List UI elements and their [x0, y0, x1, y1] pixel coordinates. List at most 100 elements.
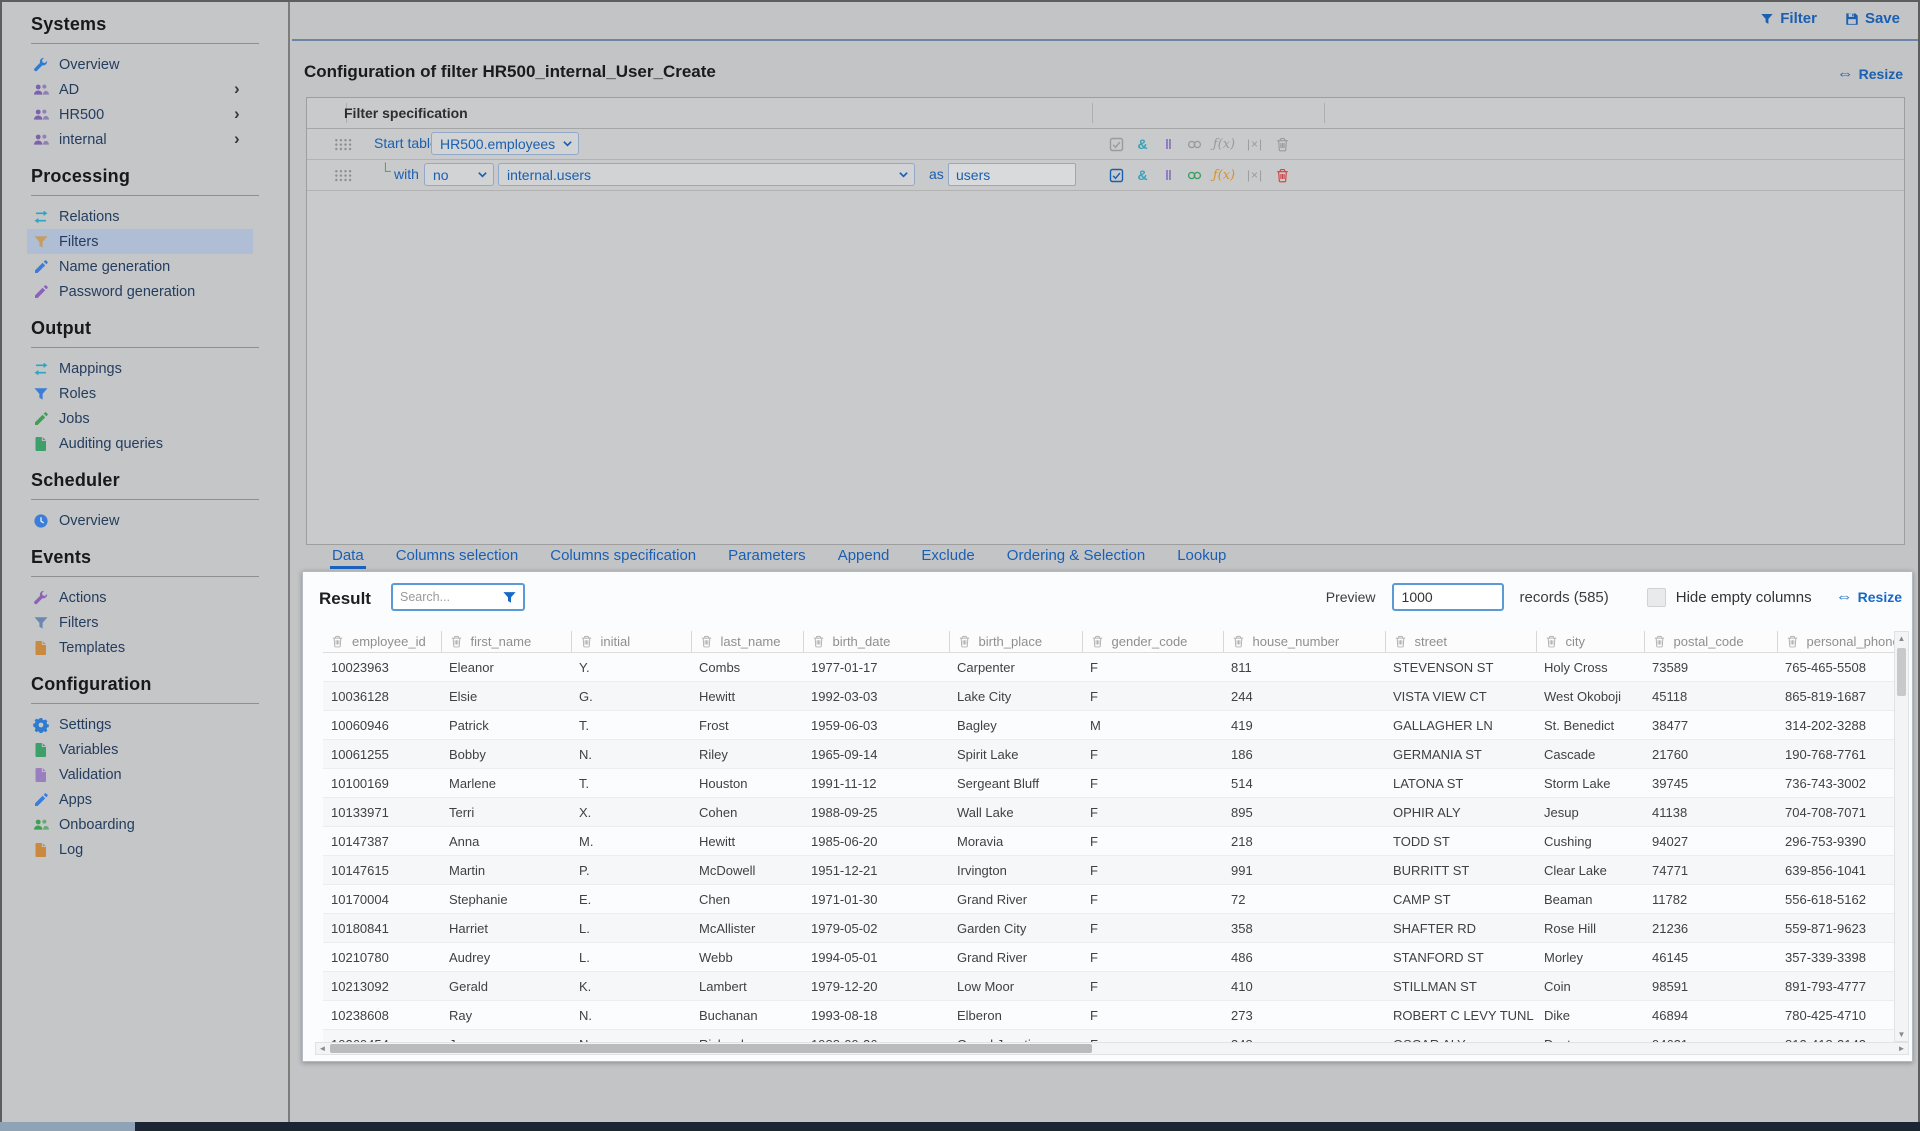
scroll-down-arrow[interactable]: ▼ — [1895, 1028, 1908, 1041]
scroll-right-arrow[interactable]: ► — [1895, 1043, 1908, 1054]
tab-exclude[interactable]: Exclude — [919, 547, 976, 569]
sidebar-item-systems-overview[interactable]: Overview — [27, 52, 253, 77]
sidebar-item-output-mappings[interactable]: Mappings — [27, 356, 253, 381]
table-row[interactable]: 10061255BobbyN.Riley1965-09-14Spirit Lak… — [323, 740, 1894, 769]
table-row[interactable]: 10023963EleanorY.Combs1977-01-17Carpente… — [323, 653, 1894, 682]
sidebar-item-systems-hr500[interactable]: HR500› — [27, 102, 253, 127]
filter-button[interactable]: Filter — [1760, 10, 1817, 27]
scroll-left-arrow[interactable]: ◄ — [316, 1043, 329, 1054]
function-icon[interactable]: ƒ(x) — [1211, 137, 1237, 152]
sidebar-item-processing-password-generation[interactable]: Password generation — [27, 279, 253, 304]
sidebar-item-processing-filters[interactable]: Filters — [27, 229, 253, 254]
table-row[interactable]: 10180841HarrietL.McAllister1979-05-02Gar… — [323, 914, 1894, 943]
sidebar-item-output-roles[interactable]: Roles — [27, 381, 253, 406]
sidebar-item-processing-relations[interactable]: Relations — [27, 204, 253, 229]
resize-link-top[interactable]: ⇔ Resize — [1837, 66, 1903, 82]
save-button[interactable]: Save — [1845, 10, 1900, 27]
sidebar-item-configuration-variables[interactable]: Variables — [27, 737, 253, 762]
parallel-icon[interactable]: ‖ — [1159, 168, 1178, 183]
submenu-arrow-icon[interactable]: › — [234, 129, 240, 149]
table-row[interactable]: 10036128ElsieG.Hewitt1992-03-03Lake City… — [323, 682, 1894, 711]
column-header-house-number[interactable]: house_number — [1223, 631, 1385, 653]
column-header-city[interactable]: city — [1536, 631, 1644, 653]
table-vertical-scrollbar[interactable]: ▲ ▼ — [1894, 631, 1909, 1042]
sidebar-item-configuration-log[interactable]: Log — [27, 837, 253, 862]
trash-icon[interactable] — [1273, 136, 1292, 152]
exclude-icon[interactable]: |×| — [1244, 168, 1266, 183]
alias-input[interactable] — [948, 163, 1076, 186]
sidebar-item-configuration-validation[interactable]: Validation — [27, 762, 253, 787]
column-header-street[interactable]: street — [1385, 631, 1536, 653]
column-header-personal-phone[interactable]: personal_phone_ — [1777, 631, 1894, 653]
column-header-first-name[interactable]: first_name — [441, 631, 571, 653]
table-row[interactable]: 10147387AnnaM.Hewitt1985-06-20MoraviaF21… — [323, 827, 1894, 856]
table-cell: Irvington — [949, 856, 1082, 885]
sidebar-item-events-filters[interactable]: Filters — [27, 610, 253, 635]
sidebar-item-systems-ad[interactable]: AD› — [27, 77, 253, 102]
trash-icon[interactable] — [1273, 167, 1292, 183]
table-row[interactable]: 10260454JoseN.Richardson1988-09-26Grand … — [323, 1030, 1894, 1043]
sidebar-item-output-auditing-queries[interactable]: Auditing queries — [27, 431, 253, 456]
tab-parameters[interactable]: Parameters — [726, 547, 808, 569]
search-filter-icon[interactable] — [502, 590, 517, 605]
table-row[interactable]: 10147615MartinP.McDowell1951-12-21Irving… — [323, 856, 1894, 885]
column-header-postal-code[interactable]: postal_code — [1644, 631, 1777, 653]
table-row[interactable]: 10060946PatrickT.Frost1959-06-03BagleyM4… — [323, 711, 1894, 740]
horizontal-scroll-thumb[interactable] — [330, 1044, 1092, 1053]
checkbox-icon[interactable] — [1107, 136, 1126, 152]
and-icon[interactable]: & — [1133, 137, 1152, 152]
column-header-gender-code[interactable]: gender_code — [1082, 631, 1223, 653]
sidebar-item-processing-name-generation[interactable]: Name generation — [27, 254, 253, 279]
table-row[interactable]: 10133971TerriX.Cohen1988-09-25Wall LakeF… — [323, 798, 1894, 827]
sidebar-section-scheduler: SchedulerOverview — [0, 470, 288, 533]
sidebar-item-systems-internal[interactable]: internal› — [27, 127, 253, 152]
preview-count-input[interactable] — [1392, 583, 1504, 611]
column-header-initial[interactable]: initial — [571, 631, 691, 653]
tab-ordering-selection[interactable]: Ordering & Selection — [1005, 547, 1147, 569]
column-header-birth-place[interactable]: birth_place — [949, 631, 1082, 653]
sidebar-item-events-templates[interactable]: Templates — [27, 635, 253, 660]
checkbox-icon[interactable] — [1107, 167, 1126, 183]
sidebar-item-configuration-onboarding[interactable]: Onboarding — [27, 812, 253, 837]
submenu-arrow-icon[interactable]: › — [234, 104, 240, 124]
table-row[interactable]: 10238608RayN.Buchanan1993-08-18ElberonF2… — [323, 1001, 1894, 1030]
parallel-icon[interactable]: ‖ — [1159, 137, 1178, 152]
table-row[interactable]: 10210780AudreyL.Webb1994-05-01Grand Rive… — [323, 943, 1894, 972]
submenu-arrow-icon[interactable]: › — [234, 79, 240, 99]
page-horizontal-scrollbar[interactable] — [0, 1122, 1920, 1131]
function-icon[interactable]: ƒ(x) — [1211, 168, 1237, 183]
column-header-employee-id[interactable]: employee_id — [323, 631, 441, 653]
tab-data[interactable]: Data — [330, 547, 366, 569]
and-icon[interactable]: & — [1133, 168, 1152, 183]
start-table-select[interactable]: HR500.employees — [431, 132, 579, 155]
table-cell: 296-753-9390 — [1777, 827, 1894, 856]
table-row[interactable]: 10213092GeraldK.Lambert1979-12-20Low Moo… — [323, 972, 1894, 1001]
sidebar-item-configuration-settings[interactable]: Settings — [27, 712, 253, 737]
sidebar-item-configuration-apps[interactable]: Apps — [27, 787, 253, 812]
table-row[interactable]: 10100169MarleneT.Houston1991-11-12Sergea… — [323, 769, 1894, 798]
search-input[interactable] — [393, 590, 502, 604]
tab-append[interactable]: Append — [836, 547, 892, 569]
sidebar-item-scheduler-overview[interactable]: Overview — [27, 508, 253, 533]
tab-lookup[interactable]: Lookup — [1175, 547, 1228, 569]
column-header-last-name[interactable]: last_name — [691, 631, 803, 653]
hide-empty-columns-checkbox[interactable] — [1647, 588, 1666, 607]
scroll-up-arrow[interactable]: ▲ — [1895, 632, 1908, 645]
resize-link-result[interactable]: ⇔ Resize — [1836, 589, 1902, 605]
vertical-scroll-thumb[interactable] — [1897, 648, 1906, 696]
related-table-select[interactable]: internal.users — [498, 163, 915, 186]
drag-handle-icon[interactable] — [334, 138, 353, 151]
exclude-icon[interactable]: |×| — [1244, 137, 1266, 152]
tab-columns-specification[interactable]: Columns specification — [548, 547, 698, 569]
column-header-birth-date[interactable]: birth_date — [803, 631, 949, 653]
sidebar-item-output-jobs[interactable]: Jobs — [27, 406, 253, 431]
chain-icon[interactable] — [1185, 136, 1204, 152]
table-row[interactable]: 10170004StephanieE.Chen1971-01-30Grand R… — [323, 885, 1894, 914]
drag-handle-icon[interactable] — [334, 169, 353, 182]
quantifier-select[interactable]: no — [424, 163, 494, 186]
sidebar-item-events-actions[interactable]: Actions — [27, 585, 253, 610]
table-horizontal-scrollbar[interactable]: ◄ ► — [315, 1042, 1909, 1055]
tab-columns-selection[interactable]: Columns selection — [394, 547, 521, 569]
page-scroll-thumb[interactable] — [0, 1122, 135, 1131]
chain-icon[interactable] — [1185, 167, 1204, 183]
